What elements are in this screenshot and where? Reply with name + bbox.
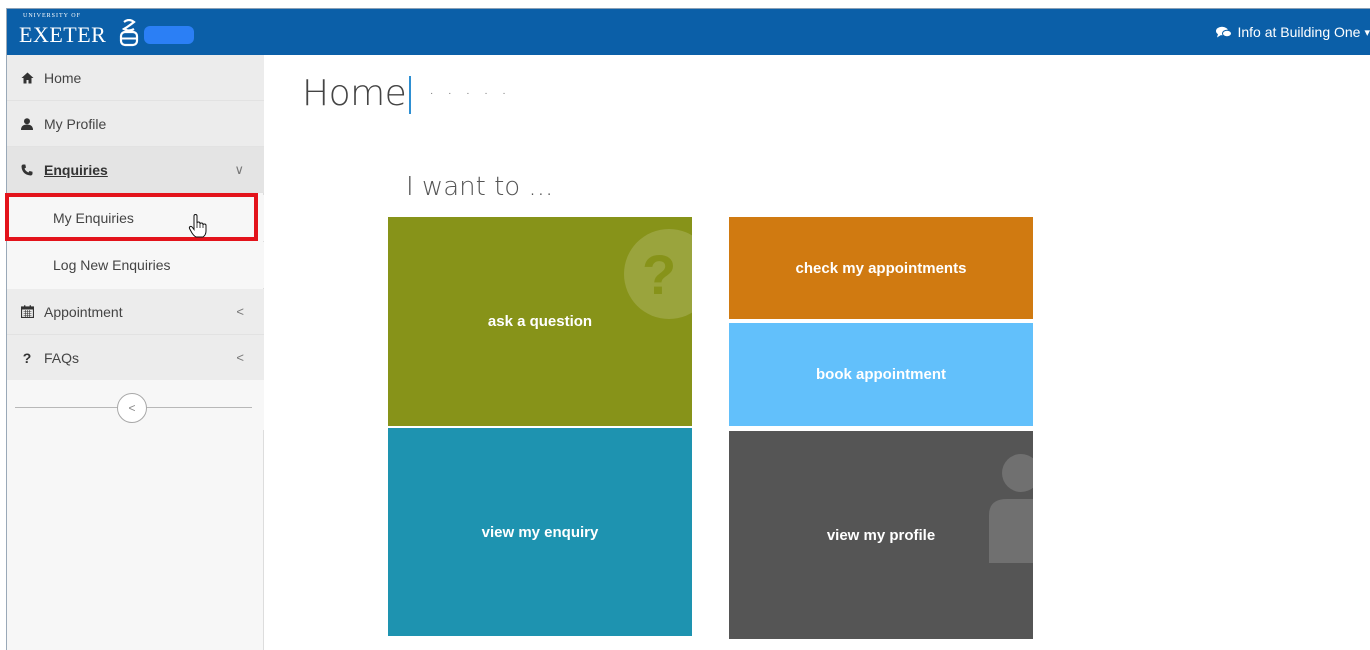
sidebar-item-enquiries[interactable]: Enquiries ∨	[7, 147, 264, 193]
university-logo[interactable]: UNIVERSITY OF EXETER	[19, 13, 195, 51]
sidebar-item-label: FAQs	[44, 349, 80, 366]
chevron-left-icon: <	[236, 350, 244, 365]
sidebar-item-label: Log New Enquiries	[53, 257, 171, 273]
page-title: Home	[302, 73, 407, 114]
user-info-dropdown[interactable]: Info at Building One ▾	[1216, 24, 1370, 40]
question-circle-icon: ?	[624, 229, 692, 319]
sidebar-subitem-log-new-enquiries[interactable]: Log New Enquiries	[7, 242, 264, 288]
logo-university-of-text: UNIVERSITY OF	[23, 13, 81, 19]
section-heading: I want to ...	[406, 172, 554, 202]
tile-book-appointment[interactable]: book appointment	[729, 323, 1033, 426]
tile-label: book appointment	[816, 366, 946, 383]
user-info-label: Info at Building One	[1237, 24, 1361, 40]
sidebar-collapse-button[interactable]: <	[117, 393, 147, 423]
page-subtitle: · · · · ·	[430, 88, 512, 99]
tile-view-my-enquiry[interactable]: view my enquiry	[388, 428, 692, 636]
sidebar-item-my-profile[interactable]: My Profile	[7, 101, 264, 147]
sidebar-item-label: Home	[44, 69, 82, 86]
sidebar-item-label: My Profile	[44, 115, 107, 132]
phone-icon	[20, 164, 34, 176]
tile-label: view my enquiry	[481, 523, 599, 541]
sidebar-item-appointment[interactable]: Appointment <	[7, 289, 264, 335]
calendar-icon	[20, 305, 34, 318]
top-navbar: UNIVERSITY OF EXETER Info at Building On…	[7, 9, 1370, 55]
sidebar-item-label: Enquiries	[44, 161, 108, 178]
user-icon	[20, 117, 34, 130]
chat-icon	[1216, 26, 1233, 39]
highlight-annotation	[5, 193, 258, 241]
sidebar-collapse-row: <	[7, 380, 264, 430]
question-icon: ?	[22, 349, 32, 366]
chevron-down-icon: ∨	[234, 162, 244, 177]
sidebar-item-faqs[interactable]: ? FAQs <	[7, 335, 264, 381]
sidebar-item-label: Appointment	[44, 303, 123, 320]
tile-label: check my appointments	[795, 259, 967, 277]
sidebar: Home My Profile Enquiries ∨ My Enquiries…	[7, 55, 264, 650]
chevron-left-icon: <	[236, 304, 244, 319]
tile-view-my-profile[interactable]: view my profile	[729, 431, 1033, 639]
chevron-down-icon: ▾	[1364, 26, 1370, 39]
tile-ask-a-question[interactable]: ? ask a question	[388, 217, 692, 426]
logo-mark-icon	[120, 19, 139, 47]
home-icon	[20, 72, 34, 84]
person-icon	[989, 454, 1033, 563]
logo-name-text: EXETER	[19, 22, 107, 47]
redacted-logo-text	[144, 26, 195, 44]
tile-check-my-appointments[interactable]: check my appointments	[729, 217, 1033, 319]
title-separator	[409, 76, 411, 114]
tile-label: ask a question	[487, 313, 593, 330]
sidebar-item-home[interactable]: Home	[7, 55, 264, 101]
hand-pointer-cursor-icon	[188, 214, 207, 238]
tile-label: view my profile	[826, 526, 936, 544]
